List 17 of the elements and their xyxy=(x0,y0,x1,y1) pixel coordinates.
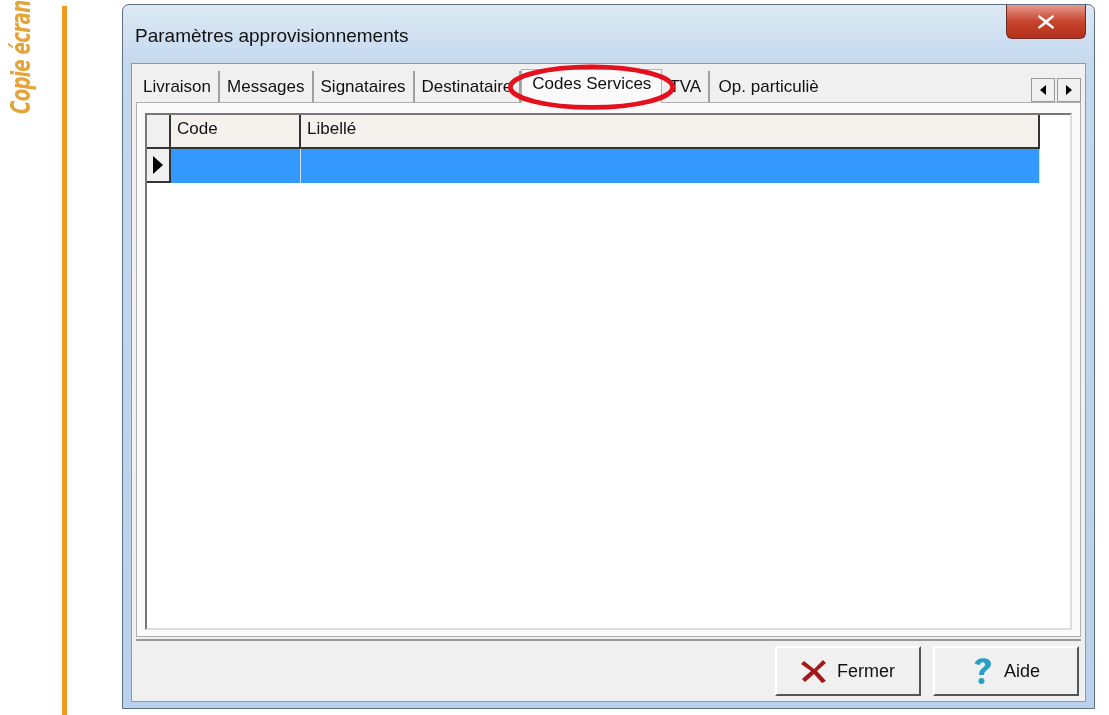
window-title: Paramètres approvisionnements xyxy=(135,25,409,47)
row-pointer-icon xyxy=(153,156,163,174)
right-arrow-icon xyxy=(1066,85,1072,95)
column-header[interactable]: Code xyxy=(171,115,301,149)
close-button[interactable] xyxy=(1006,5,1086,39)
column-header[interactable]: Libellé xyxy=(301,115,1040,149)
close-icon xyxy=(1037,13,1055,30)
scroll-left-button[interactable] xyxy=(1031,78,1055,102)
scroll-right-button[interactable] xyxy=(1057,78,1081,102)
margin-label: Copie écran xyxy=(6,0,36,114)
left-arrow-icon xyxy=(1040,85,1046,95)
x-icon xyxy=(801,659,827,683)
help-button[interactable]: Aide xyxy=(933,646,1079,696)
table-cell[interactable] xyxy=(301,149,1040,183)
help-icon xyxy=(972,656,994,686)
close-dialog-button[interactable]: Fermer xyxy=(775,646,921,696)
table-cell[interactable] xyxy=(171,149,301,183)
